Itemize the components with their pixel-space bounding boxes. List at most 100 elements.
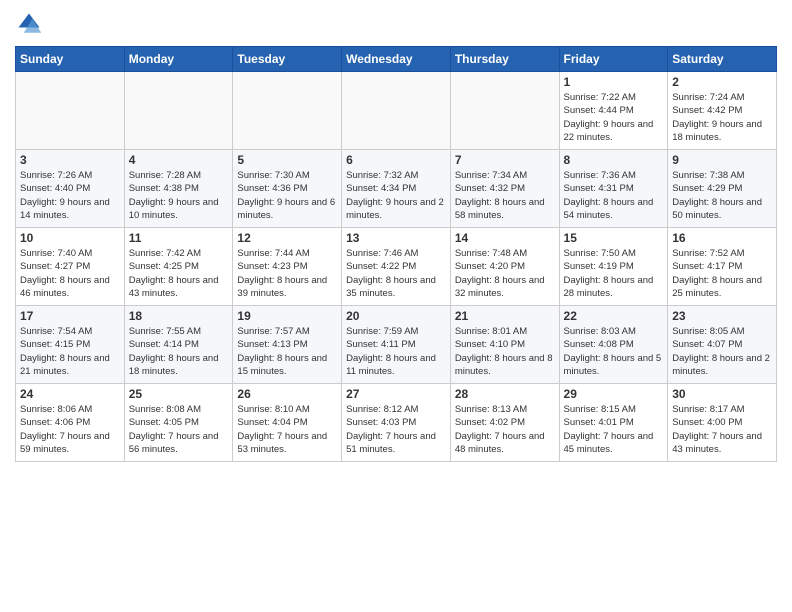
day-info: Sunrise: 8:17 AM Sunset: 4:00 PM Dayligh… (672, 403, 772, 456)
day-number: 21 (455, 309, 555, 323)
calendar-table: SundayMondayTuesdayWednesdayThursdayFrid… (15, 46, 777, 462)
day-cell: 13 Sunrise: 7:46 AM Sunset: 4:22 PM Dayli… (342, 228, 451, 306)
day-info: Sunrise: 7:28 AM Sunset: 4:38 PM Dayligh… (129, 169, 229, 222)
day-cell: 10 Sunrise: 7:40 AM Sunset: 4:27 PM Dayli… (16, 228, 125, 306)
day-cell (342, 72, 451, 150)
day-number: 4 (129, 153, 229, 167)
day-info: Sunrise: 7:50 AM Sunset: 4:19 PM Dayligh… (564, 247, 664, 300)
day-info: Sunrise: 7:22 AM Sunset: 4:44 PM Dayligh… (564, 91, 664, 144)
day-info: Sunrise: 7:54 AM Sunset: 4:15 PM Dayligh… (20, 325, 120, 378)
day-number: 26 (237, 387, 337, 401)
day-cell: 19 Sunrise: 7:57 AM Sunset: 4:13 PM Dayli… (233, 306, 342, 384)
day-info: Sunrise: 7:26 AM Sunset: 4:40 PM Dayligh… (20, 169, 120, 222)
week-row-2: 3 Sunrise: 7:26 AM Sunset: 4:40 PM Daylig… (16, 150, 777, 228)
day-cell: 23 Sunrise: 8:05 AM Sunset: 4:07 PM Dayli… (668, 306, 777, 384)
day-number: 16 (672, 231, 772, 245)
day-number: 27 (346, 387, 446, 401)
day-cell: 18 Sunrise: 7:55 AM Sunset: 4:14 PM Dayli… (124, 306, 233, 384)
day-number: 6 (346, 153, 446, 167)
day-number: 8 (564, 153, 664, 167)
week-row-4: 17 Sunrise: 7:54 AM Sunset: 4:15 PM Dayli… (16, 306, 777, 384)
day-info: Sunrise: 8:06 AM Sunset: 4:06 PM Dayligh… (20, 403, 120, 456)
day-cell: 1 Sunrise: 7:22 AM Sunset: 4:44 PM Daylig… (559, 72, 668, 150)
day-info: Sunrise: 7:42 AM Sunset: 4:25 PM Dayligh… (129, 247, 229, 300)
week-row-5: 24 Sunrise: 8:06 AM Sunset: 4:06 PM Dayli… (16, 384, 777, 462)
day-info: Sunrise: 7:44 AM Sunset: 4:23 PM Dayligh… (237, 247, 337, 300)
day-info: Sunrise: 7:48 AM Sunset: 4:20 PM Dayligh… (455, 247, 555, 300)
day-number: 17 (20, 309, 120, 323)
day-info: Sunrise: 7:38 AM Sunset: 4:29 PM Dayligh… (672, 169, 772, 222)
day-info: Sunrise: 8:03 AM Sunset: 4:08 PM Dayligh… (564, 325, 664, 378)
day-number: 19 (237, 309, 337, 323)
day-info: Sunrise: 7:59 AM Sunset: 4:11 PM Dayligh… (346, 325, 446, 378)
day-info: Sunrise: 8:13 AM Sunset: 4:02 PM Dayligh… (455, 403, 555, 456)
day-cell: 26Sunrise: 8:10 AM Sunset: 4:04 PM Dayli… (233, 384, 342, 462)
day-info: Sunrise: 7:24 AM Sunset: 4:42 PM Dayligh… (672, 91, 772, 144)
day-info: Sunrise: 8:05 AM Sunset: 4:07 PM Dayligh… (672, 325, 772, 378)
day-info: Sunrise: 7:32 AM Sunset: 4:34 PM Dayligh… (346, 169, 446, 222)
day-cell: 8 Sunrise: 7:36 AM Sunset: 4:31 PM Daylig… (559, 150, 668, 228)
day-cell: 4 Sunrise: 7:28 AM Sunset: 4:38 PM Daylig… (124, 150, 233, 228)
day-info: Sunrise: 7:36 AM Sunset: 4:31 PM Dayligh… (564, 169, 664, 222)
day-cell: 12 Sunrise: 7:44 AM Sunset: 4:23 PM Dayli… (233, 228, 342, 306)
day-cell: 28 Sunrise: 8:13 AM Sunset: 4:02 PM Dayli… (450, 384, 559, 462)
day-number: 10 (20, 231, 120, 245)
day-number: 28 (455, 387, 555, 401)
col-header-thursday: Thursday (450, 47, 559, 72)
day-number: 5 (237, 153, 337, 167)
day-cell: 6 Sunrise: 7:32 AM Sunset: 4:34 PM Daylig… (342, 150, 451, 228)
header (15, 10, 777, 38)
day-info: Sunrise: 7:46 AM Sunset: 4:22 PM Dayligh… (346, 247, 446, 300)
day-cell: 3 Sunrise: 7:26 AM Sunset: 4:40 PM Daylig… (16, 150, 125, 228)
day-cell (16, 72, 125, 150)
day-info: Sunrise: 8:12 AM Sunset: 4:03 PM Dayligh… (346, 403, 446, 456)
day-cell: 25 Sunrise: 8:08 AM Sunset: 4:05 PM Dayli… (124, 384, 233, 462)
day-cell: 21 Sunrise: 8:01 AM Sunset: 4:10 PM Dayli… (450, 306, 559, 384)
day-info: Sunrise: 7:55 AM Sunset: 4:14 PM Dayligh… (129, 325, 229, 378)
col-header-friday: Friday (559, 47, 668, 72)
day-info: Sunrise: 8:01 AM Sunset: 4:10 PM Dayligh… (455, 325, 555, 378)
week-row-3: 10 Sunrise: 7:40 AM Sunset: 4:27 PM Dayli… (16, 228, 777, 306)
day-number: 14 (455, 231, 555, 245)
day-number: 12 (237, 231, 337, 245)
col-header-sunday: Sunday (16, 47, 125, 72)
day-number: 23 (672, 309, 772, 323)
day-number: 29 (564, 387, 664, 401)
day-info: Sunrise: 8:08 AM Sunset: 4:05 PM Dayligh… (129, 403, 229, 456)
day-number: 7 (455, 153, 555, 167)
day-cell: 9 Sunrise: 7:38 AM Sunset: 4:29 PM Daylig… (668, 150, 777, 228)
col-header-wednesday: Wednesday (342, 47, 451, 72)
day-cell: 29Sunrise: 8:15 AM Sunset: 4:01 PM Dayli… (559, 384, 668, 462)
day-number: 9 (672, 153, 772, 167)
day-number: 11 (129, 231, 229, 245)
day-cell: 27 Sunrise: 8:12 AM Sunset: 4:03 PM Dayli… (342, 384, 451, 462)
day-cell: 15 Sunrise: 7:50 AM Sunset: 4:19 PM Dayli… (559, 228, 668, 306)
day-cell: 5Sunrise: 7:30 AM Sunset: 4:36 PM Daylig… (233, 150, 342, 228)
day-number: 25 (129, 387, 229, 401)
day-number: 15 (564, 231, 664, 245)
day-number: 18 (129, 309, 229, 323)
week-row-1: 1 Sunrise: 7:22 AM Sunset: 4:44 PM Daylig… (16, 72, 777, 150)
day-cell (233, 72, 342, 150)
day-number: 22 (564, 309, 664, 323)
day-cell (124, 72, 233, 150)
day-cell: 20Sunrise: 7:59 AM Sunset: 4:11 PM Dayli… (342, 306, 451, 384)
day-number: 2 (672, 75, 772, 89)
page-container: SundayMondayTuesdayWednesdayThursdayFrid… (0, 0, 792, 467)
day-cell: 22 Sunrise: 8:03 AM Sunset: 4:08 PM Dayli… (559, 306, 668, 384)
day-info: Sunrise: 7:57 AM Sunset: 4:13 PM Dayligh… (237, 325, 337, 378)
day-info: Sunrise: 7:40 AM Sunset: 4:27 PM Dayligh… (20, 247, 120, 300)
day-cell: 16 Sunrise: 7:52 AM Sunset: 4:17 PM Dayli… (668, 228, 777, 306)
day-number: 24 (20, 387, 120, 401)
col-header-tuesday: Tuesday (233, 47, 342, 72)
day-number: 3 (20, 153, 120, 167)
col-header-monday: Monday (124, 47, 233, 72)
day-number: 13 (346, 231, 446, 245)
col-header-saturday: Saturday (668, 47, 777, 72)
day-cell: 2 Sunrise: 7:24 AM Sunset: 4:42 PM Daylig… (668, 72, 777, 150)
day-number: 1 (564, 75, 664, 89)
day-cell: 24 Sunrise: 8:06 AM Sunset: 4:06 PM Dayli… (16, 384, 125, 462)
day-info: Sunrise: 7:52 AM Sunset: 4:17 PM Dayligh… (672, 247, 772, 300)
day-cell: 11 Sunrise: 7:42 AM Sunset: 4:25 PM Dayli… (124, 228, 233, 306)
day-number: 30 (672, 387, 772, 401)
